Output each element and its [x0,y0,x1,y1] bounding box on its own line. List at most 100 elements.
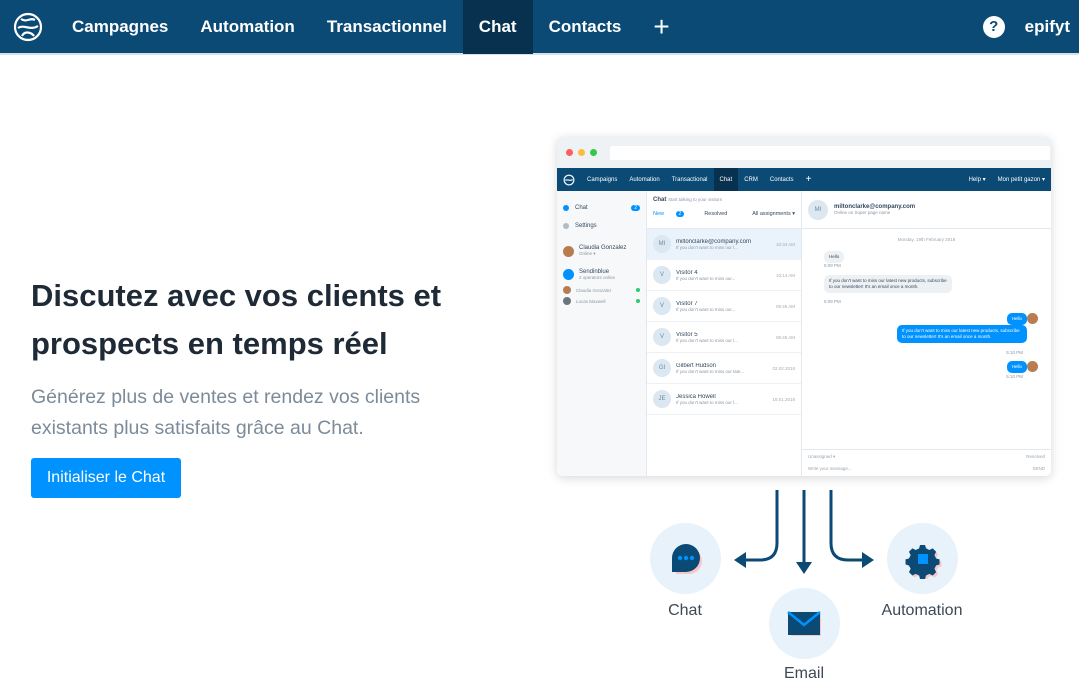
preview-nav-automation: Automation [629,176,660,183]
init-chat-button[interactable]: Initialiser le Chat [31,458,181,498]
preview-conversation: MI miltonclarke@company.com Online on Su… [802,191,1051,476]
message-time: 5:09 PM [824,263,841,268]
conversation-time: 02.02.2018 [772,365,795,371]
conversation-time: 09:45 AM [775,303,795,309]
online-dot-icon [636,288,640,292]
chat-bubble-icon [563,205,569,211]
preview-messages: Monday, 19th February 2018 Hello 5:09 PM… [802,229,1051,449]
preview-conversation-header: MI miltonclarke@company.com Online on Su… [802,191,1051,229]
avatar: V [653,328,671,346]
avatar: V [653,266,671,284]
preview-navigation: Campaigns Automation Transactional Chat … [557,168,1051,191]
url-bar [610,145,1050,160]
preview-sidebar-chat: Chat 2 [563,199,640,217]
conversation-time: 10:14 AM [775,272,795,278]
preview-tab-new: New 2 [653,211,694,217]
message-out: Hello [1006,313,1027,325]
preview-nav-account: Mon petit gazon ▾ [997,177,1045,183]
list-item: GI Gilbert Hudson If you don't want to mi… [647,353,801,384]
gear-icon [563,223,569,229]
avatar: MI [808,199,828,220]
team-icon [563,269,574,280]
nav-add-button[interactable]: + [637,0,685,54]
preview-send: SEND [1032,466,1045,471]
avatar [1027,313,1038,324]
account-menu[interactable]: epifyt [1025,17,1079,37]
preview-operator-1-name: Claudia Gonzalez [576,287,612,293]
email-feature-icon [769,588,840,659]
preview-nav-right: Help ▾ Mon petit gazon ▾ [963,168,1051,191]
list-item: MI miltonclarke@company.com If you don't … [647,229,801,260]
list-item: V Visitor 4 If you don't want to miss our… [647,260,801,291]
conversation-time: 10:34 AM [775,241,795,247]
top-navigation: Campagnes Automation Transactionnel Chat… [0,0,1079,55]
avatar [563,245,574,257]
preview-tabs: New 2 Resolved All assignments ▾ [653,211,795,217]
conversation-preview: If you don't want to miss our l... [676,244,738,250]
chat-app-preview: Campaigns Automation Transactional Chat … [557,137,1051,476]
hero-subtitle: Générez plus de ventes et rendez vos cli… [31,386,421,439]
browser-chrome [557,137,1051,168]
sendinblue-logo-icon[interactable] [0,0,56,54]
online-dot-icon [636,299,640,303]
nav-transactionnel[interactable]: Transactionnel [311,0,463,54]
preview-unassigned: Unassigned ▾ [808,454,836,459]
email-feature-label: Email [783,665,824,682]
conversation-time: 18.01.2018 [772,396,795,402]
preview-nav-help: Help ▾ [968,177,986,183]
message-out: Hello [1006,361,1027,373]
preview-me-status: Online ▾ [579,251,596,256]
conversation-preview: If you don't want to miss our late... [676,368,745,374]
conversation-preview: If you don't want to miss our l... [676,337,738,343]
nav-chat[interactable]: Chat [462,0,533,54]
conversation-preview: If you don't want to miss our l... [676,399,738,405]
preview-team: Sendinblue 2 operators online [563,269,640,280]
preview-date: Monday, 19th February 2018 [897,237,956,242]
avatar: GI [653,359,671,377]
preview-nav-plus: + [805,174,812,185]
preview-sidebar-settings: Settings [563,217,640,235]
preview-logo-icon [557,174,581,186]
message-out: If you don't want to miss our latest new… [897,325,1027,343]
preview-nav-campaigns: Campaigns [587,176,618,183]
preview-conversation-list: Chat Start talking to your visitors New … [647,191,802,476]
chat-feature-label: Chat [668,602,702,619]
nav-automation[interactable]: Automation [184,0,310,54]
preview-nav-chat: Chat [713,168,739,191]
hero-title: Discutez avec vos clients et prospects e… [31,278,442,361]
preview-operator-1: Claudia Gonzalez [563,286,640,294]
conversation-preview: If you don't want to miss our... [676,275,736,281]
preview-team-status: 2 operators online [579,275,616,280]
avatar: MI [653,235,671,253]
preview-body: Chat 2 Settings Claudia Gonzalez Online … [557,191,1051,476]
list-item: V Visitor 5 If you don't want to miss our… [647,322,801,353]
preview-operator-2-name: Lucas Maxwell [576,298,606,304]
preview-nav-contacts: Contacts [769,176,794,183]
minimize-dot-icon [578,149,585,156]
preview-tab-resolved: Resolved [704,211,728,217]
avatar [1027,361,1038,372]
help-icon[interactable]: ? [982,15,1005,38]
preview-composer: Unassigned ▾ Resolved Write your message… [802,449,1051,476]
preview-sidebar: Chat 2 Settings Claudia Gonzalez Online … [557,191,647,476]
flow-arrows [734,490,874,574]
nav-right-group: ? epifyt [982,0,1079,54]
preview-operator-2: Lucas Maxwell [563,297,640,305]
nav-campagnes[interactable]: Campagnes [56,0,184,54]
nav-contacts[interactable]: Contacts [533,0,638,54]
avatar [563,286,571,294]
preview-tab-all: All assignments ▾ [752,211,795,217]
chat-feature-icon [650,523,721,594]
preview-contact-status: Online on Super page name [834,210,891,215]
preview-resolved: Resolved [1026,454,1045,459]
list-item: JE Jessica Howell If you don't want to mi… [647,384,801,415]
close-dot-icon [566,149,573,156]
preview-nav-transactional: Transactional [671,176,708,183]
maximize-dot-icon [590,149,597,156]
message-time: 5:09 PM [824,299,841,304]
list-item: V Visitor 7 If you don't want to miss our… [647,291,801,322]
preview-tab-new-count: 2 [675,211,685,217]
message-time: 5:10 PM [1006,374,1023,379]
preview-list-hint: Start talking to your visitors [668,197,723,202]
automation-feature-icon [887,523,958,594]
